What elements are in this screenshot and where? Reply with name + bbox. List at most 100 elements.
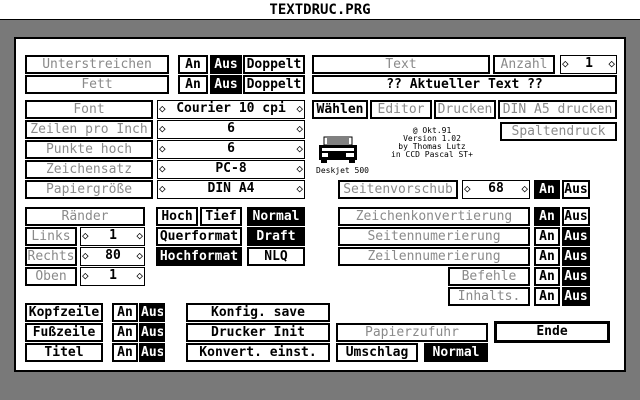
querformat-button[interactable]: Querformat: [156, 227, 242, 246]
zeilennumerierung-an-button[interactable]: An: [534, 247, 560, 266]
arrow-right-icon[interactable]: ◇: [296, 161, 303, 176]
tief-button[interactable]: Tief: [200, 207, 242, 226]
editor-button[interactable]: Editor: [370, 100, 432, 119]
raender-label-button[interactable]: Ränder: [25, 207, 145, 226]
arrow-right-icon[interactable]: ◇: [136, 228, 143, 243]
font-selector[interactable]: ◇ Courier 10 cpi ◇: [157, 100, 305, 119]
zeilen-pro-inch-label-button[interactable]: Zeilen pro Inch: [25, 120, 153, 139]
punkte-hoch-stepper[interactable]: ◇ 6 ◇: [157, 140, 305, 159]
zeichenkonvertierung-label-button[interactable]: Zeichenkonvertierung: [338, 207, 530, 226]
zeilennumerierung-aus-button[interactable]: Aus: [562, 247, 590, 266]
zeilennumerierung-label-button[interactable]: Zeilennumerierung: [338, 247, 530, 266]
arrow-left-icon[interactable]: ◇: [82, 268, 89, 283]
befehle-label-button[interactable]: Befehle: [448, 267, 530, 286]
rechts-label-button[interactable]: Rechts: [25, 247, 77, 266]
font-label-button[interactable]: Font: [25, 100, 153, 119]
links-label-button[interactable]: Links: [25, 227, 77, 246]
zeichensatz-label-button[interactable]: Zeichensatz: [25, 160, 153, 179]
arrow-left-icon[interactable]: ◇: [159, 181, 166, 196]
papiergroesse-selector[interactable]: ◇ DIN A4 ◇: [157, 180, 305, 199]
seitennumerierung-aus-button[interactable]: Aus: [562, 227, 590, 246]
draft-button[interactable]: Draft: [247, 227, 305, 246]
zeichensatz-selector[interactable]: ◇ PC-8 ◇: [157, 160, 305, 179]
seitennumerierung-an-button[interactable]: An: [534, 227, 560, 246]
drucker-init-button[interactable]: Drucker Init: [186, 323, 330, 342]
kopfzeile-label-button[interactable]: Kopfzeile: [25, 303, 103, 322]
fusszeile-label-button[interactable]: Fußzeile: [25, 323, 103, 342]
unterstreichen-label-button[interactable]: Unterstreichen: [25, 55, 169, 74]
nlq-button[interactable]: NLQ: [247, 247, 305, 266]
zeilen-pro-inch-stepper[interactable]: ◇ 6 ◇: [157, 120, 305, 139]
titel-label-button[interactable]: Titel: [25, 343, 103, 362]
arrow-right-icon[interactable]: ◇: [296, 181, 303, 196]
arrow-left-icon[interactable]: ◇: [159, 101, 166, 116]
anzahl-stepper[interactable]: ◇ 1 ◇: [560, 55, 617, 74]
inhalts-label-button[interactable]: Inhalts.: [448, 287, 530, 306]
arrow-right-icon[interactable]: ◇: [521, 181, 528, 196]
papiergroesse-label-button[interactable]: Papiergröße: [25, 180, 153, 199]
anzahl-value: 1: [585, 56, 593, 71]
unterstreichen-doppelt-button[interactable]: Doppelt: [243, 55, 305, 74]
arrow-left-icon[interactable]: ◇: [82, 228, 89, 243]
arrow-left-icon[interactable]: ◇: [159, 161, 166, 176]
titel-an-button[interactable]: An: [112, 343, 138, 362]
arrow-right-icon[interactable]: ◇: [296, 101, 303, 116]
umschlag-normal-button[interactable]: Normal: [424, 343, 488, 362]
inhalts-an-button[interactable]: An: [534, 287, 560, 306]
seitennumerierung-label-button[interactable]: Seitennumerierung: [338, 227, 530, 246]
konvert-einst-button[interactable]: Konvert. einst.: [186, 343, 330, 362]
papierzufuhr-button[interactable]: Papierzufuhr: [336, 323, 488, 342]
arrow-left-icon[interactable]: ◇: [159, 121, 166, 136]
seitenvorschub-stepper[interactable]: ◇ 68 ◇: [462, 180, 530, 199]
befehle-an-button[interactable]: An: [534, 267, 560, 286]
drucken-button[interactable]: Drucken: [434, 100, 496, 119]
fett-aus-button[interactable]: Aus: [210, 75, 242, 94]
oben-label-button[interactable]: Oben: [25, 267, 77, 286]
ende-button[interactable]: Ende: [494, 321, 610, 343]
inhalts-aus-button[interactable]: Aus: [562, 287, 590, 306]
punkte-hoch-label-button[interactable]: Punkte hoch: [25, 140, 153, 159]
waehlen-button[interactable]: Wählen: [312, 100, 368, 119]
kopfzeile-an-button[interactable]: An: [112, 303, 138, 322]
arrow-left-icon[interactable]: ◇: [562, 56, 569, 71]
hoch-button[interactable]: Hoch: [156, 207, 198, 226]
arrow-right-icon[interactable]: ◇: [136, 248, 143, 263]
arrow-left-icon[interactable]: ◇: [159, 141, 166, 156]
normal-button[interactable]: Normal: [247, 207, 305, 226]
fusszeile-an-button[interactable]: An: [112, 323, 138, 342]
hochformat-button[interactable]: Hochformat: [156, 247, 242, 266]
befehle-aus-button[interactable]: Aus: [562, 267, 590, 286]
arrow-right-icon[interactable]: ◇: [296, 141, 303, 156]
umschlag-button[interactable]: Umschlag: [336, 343, 418, 362]
konfig-save-button[interactable]: Konfig. save: [186, 303, 330, 322]
fett-label-button[interactable]: Fett: [25, 75, 169, 94]
seitenvorschub-an-button[interactable]: An: [534, 180, 560, 199]
spaltendruck-button[interactable]: Spaltendruck: [500, 122, 617, 141]
text-label-button[interactable]: Text: [312, 55, 490, 74]
seitenvorschub-aus-button[interactable]: Aus: [562, 180, 590, 199]
arrow-right-icon[interactable]: ◇: [608, 56, 615, 71]
zeichenkonvertierung-aus-button[interactable]: Aus: [562, 207, 590, 226]
titel-aus-button[interactable]: Aus: [139, 343, 165, 362]
links-stepper[interactable]: ◇ 1 ◇: [80, 227, 145, 246]
kopfzeile-aus-button[interactable]: Aus: [139, 303, 165, 322]
arrow-right-icon[interactable]: ◇: [296, 121, 303, 136]
current-text-field[interactable]: ?? Aktueller Text ??: [312, 75, 617, 94]
oben-stepper[interactable]: ◇ 1 ◇: [80, 267, 145, 286]
zeichenkonvertierung-an-button[interactable]: An: [534, 207, 560, 226]
anzahl-label-button[interactable]: Anzahl: [493, 55, 555, 74]
unterstreichen-an-button[interactable]: An: [178, 55, 208, 74]
arrow-left-icon[interactable]: ◇: [82, 248, 89, 263]
seitenvorschub-label-button[interactable]: Seitenvorschub: [338, 180, 458, 199]
fett-doppelt-button[interactable]: Doppelt: [243, 75, 305, 94]
arrow-left-icon[interactable]: ◇: [464, 181, 471, 196]
printer-icon: [318, 136, 358, 164]
rechts-stepper[interactable]: ◇ 80 ◇: [80, 247, 145, 266]
arrow-right-icon[interactable]: ◇: [136, 268, 143, 283]
title-bar[interactable]: TEXTDRUC.PRG: [0, 0, 640, 20]
fusszeile-aus-button[interactable]: Aus: [139, 323, 165, 342]
window-title: TEXTDRUC.PRG: [269, 2, 371, 18]
fett-an-button[interactable]: An: [178, 75, 208, 94]
din-a5-drucken-button[interactable]: DIN A5 drucken: [498, 100, 617, 119]
unterstreichen-aus-button[interactable]: Aus: [210, 55, 242, 74]
